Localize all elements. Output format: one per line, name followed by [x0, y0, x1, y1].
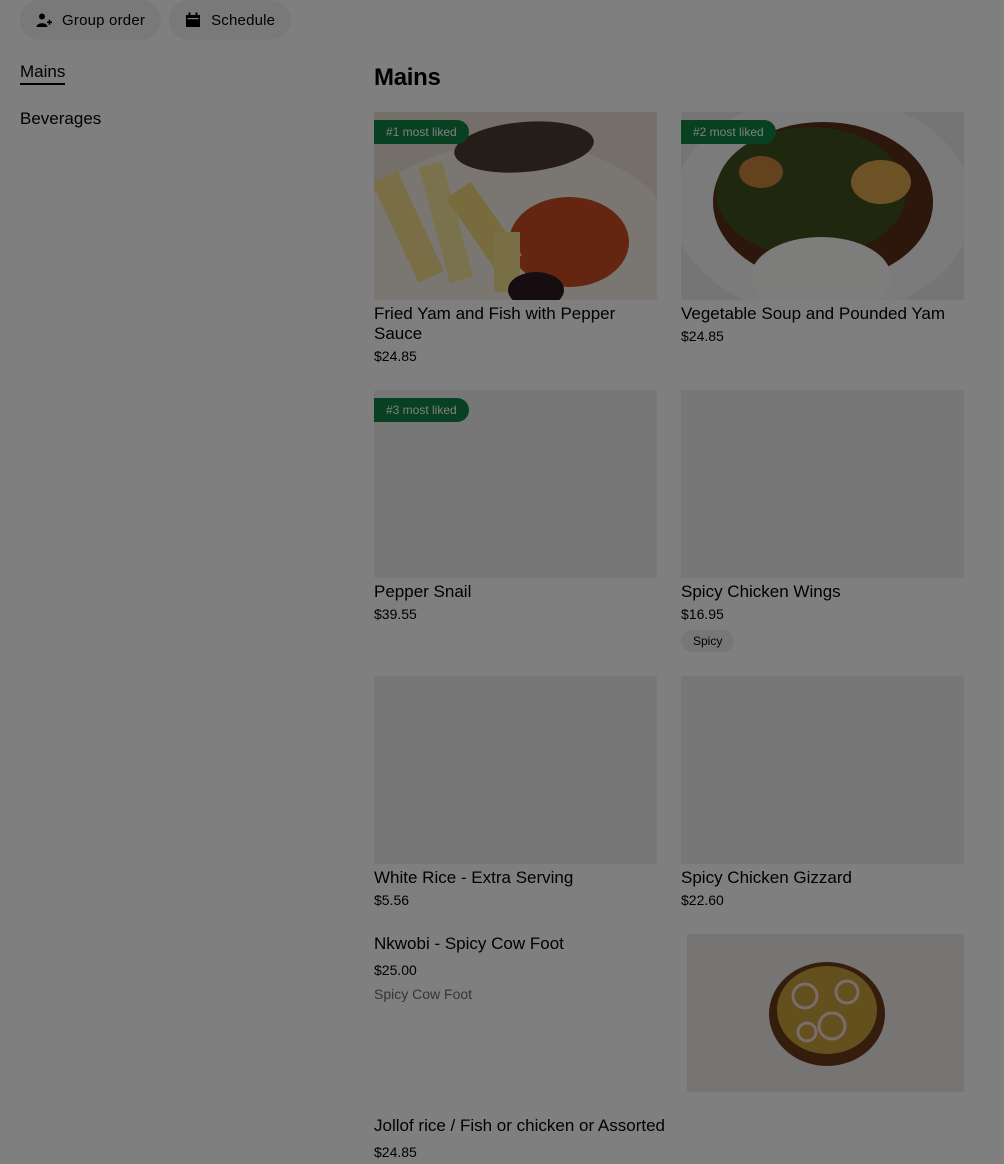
menu-item-row[interactable]: Jollof rice / Fish or chicken or Assorte…	[374, 1116, 964, 1160]
food-image: #1 most liked	[374, 112, 657, 300]
item-price: $24.85	[374, 1144, 417, 1160]
top-actions: Group order Schedule	[20, 0, 292, 40]
item-price: $39.55	[374, 606, 417, 622]
item-price: $24.85	[374, 348, 417, 364]
item-price: $16.95	[681, 606, 724, 622]
item-description: Spicy Cow Foot	[374, 986, 473, 1002]
item-price: $5.56	[374, 892, 410, 908]
item-name: White Rice - Extra Serving	[374, 868, 574, 887]
food-image: #2 most liked	[681, 112, 964, 300]
most-liked-badge: #2 most liked	[681, 120, 776, 144]
spicy-tag: Spicy	[681, 630, 735, 652]
person-add-icon	[36, 12, 52, 28]
most-liked-badge: #1 most liked	[374, 120, 469, 144]
image-placeholder: #3 most liked	[374, 390, 657, 578]
group-order-label: Group order	[62, 11, 146, 29]
calendar-icon	[185, 12, 201, 28]
group-order-button[interactable]: Group order	[20, 0, 162, 40]
menu-item-row[interactable]: Nkwobi - Spicy Cow Foot $25.00 Spicy Cow…	[374, 934, 674, 1002]
category-nav: Mains Beverages	[20, 62, 101, 153]
item-name: Vegetable Soup and Pounded Yam	[681, 304, 946, 323]
item-price: $24.85	[681, 328, 724, 344]
menu-item-card[interactable]: Spicy Chicken Gizzard $22.60	[681, 676, 964, 908]
sidebar-item-mains[interactable]: Mains	[20, 62, 66, 85]
menu-item-card[interactable]: White Rice - Extra Serving $5.56	[374, 676, 657, 908]
food-image	[687, 934, 964, 1092]
most-liked-badge: #3 most liked	[374, 398, 469, 422]
image-placeholder	[374, 676, 657, 864]
item-name: Fried Yam and Fish with Pepper Sauce	[374, 304, 616, 343]
schedule-button[interactable]: Schedule	[169, 0, 292, 40]
menu-item-card[interactable]: #3 most liked Pepper Snail $39.55	[374, 390, 657, 622]
menu-item-card[interactable]: #1 most liked Fried Yam and Fish with Pe…	[374, 112, 657, 364]
item-name: Spicy Chicken Wings	[681, 582, 841, 601]
image-placeholder	[681, 676, 964, 864]
sidebar-item-beverages[interactable]: Beverages	[20, 109, 101, 129]
item-name: Spicy Chicken Gizzard	[681, 868, 853, 887]
item-price: $22.60	[681, 892, 724, 908]
image-placeholder	[681, 390, 964, 578]
menu-item-card[interactable]: Spicy Chicken Wings $16.95 Spicy	[681, 390, 964, 652]
item-name: Jollof rice / Fish or chicken or Assorte…	[374, 1116, 666, 1135]
item-name: Pepper Snail	[374, 582, 472, 601]
menu-item-card[interactable]: #2 most liked Vegetable Soup and Pounded…	[681, 112, 964, 344]
item-name: Nkwobi - Spicy Cow Foot	[374, 934, 564, 953]
schedule-label: Schedule	[211, 11, 276, 29]
item-price: $25.00	[374, 962, 417, 978]
section-title: Mains	[374, 64, 441, 91]
